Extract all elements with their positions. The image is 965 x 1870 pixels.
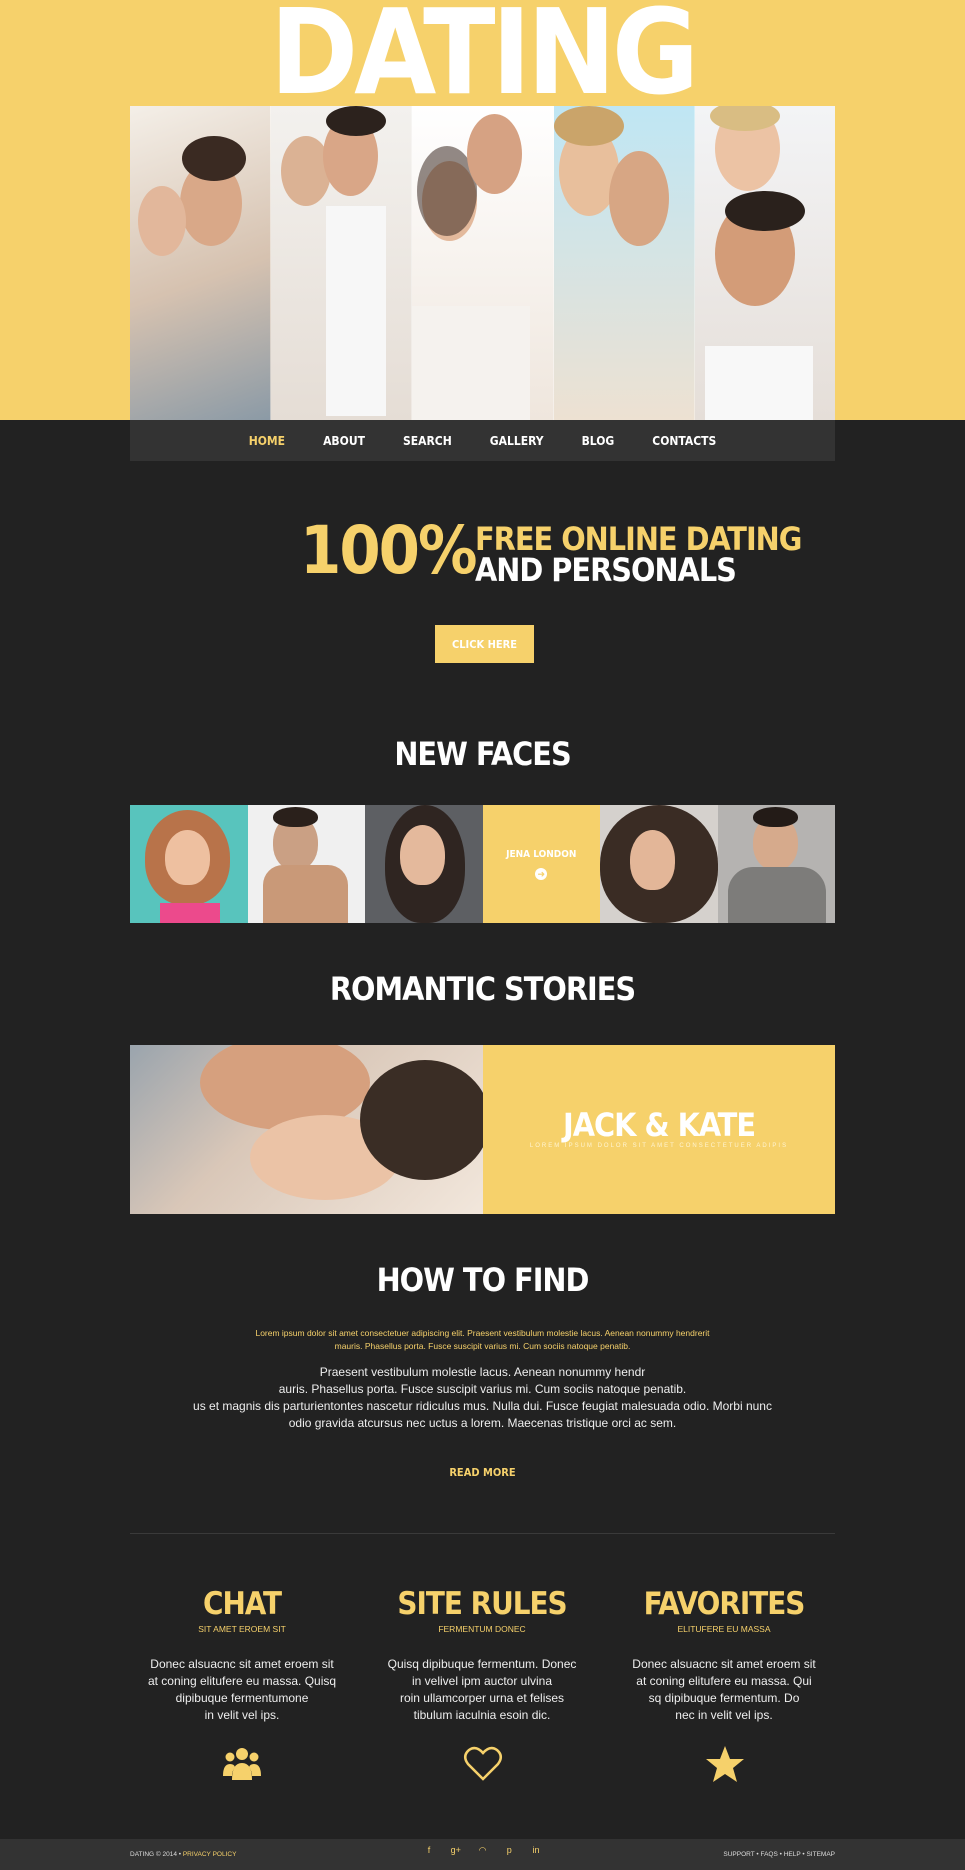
hero-photo-couple-3: [412, 106, 554, 420]
romantic-stories-title: ROMANTIC STORIES: [329, 970, 636, 1008]
new-faces-gallery: JENA LONDON ➜: [130, 805, 835, 923]
section-divider: [130, 1533, 835, 1534]
chat-column: CHAT SIT AMET EROEM SIT Donec alsuacnc s…: [127, 1586, 357, 1724]
nav-blog[interactable]: BLOG: [582, 434, 615, 448]
site-rules-subtitle: FERMENTUM DONEC: [438, 1624, 526, 1634]
story-subtitle: LOREM IPSUM DOLOR SIT AMET CONSECTETUER …: [529, 1143, 789, 1149]
nav-about[interactable]: ABOUT: [323, 434, 365, 448]
hero-photo-couple-5: [694, 106, 836, 420]
face-thumb[interactable]: [365, 805, 483, 923]
favorites-subtitle: ELITUFERE EU MASSA: [677, 1624, 771, 1634]
site-rules-title[interactable]: SITE RULES: [367, 1586, 597, 1622]
how-to-find-lead: Lorem ipsum dolor sit amet consectetuer …: [255, 1328, 710, 1351]
hero-photo-collage: [130, 106, 836, 420]
promo-percent: 100%: [300, 512, 477, 589]
how-to-find-body: Praesent vestibulum molestie lacus. Aene…: [150, 1364, 815, 1432]
read-more-link[interactable]: READ MORE: [0, 1466, 965, 1479]
body-line: Praesent vestibulum molestie lacus. Aene…: [319, 1365, 646, 1379]
favorites-body: Donec alsuacnc sit amet eroem sit at coni…: [632, 1657, 816, 1722]
heart-icon: [464, 1746, 502, 1781]
footer-links[interactable]: SUPPORT • FAQS • HELP • SITEMAP: [0, 1851, 835, 1858]
face-thumb[interactable]: [130, 805, 248, 923]
nav-home[interactable]: HOME: [249, 434, 285, 448]
site-logo[interactable]: DATING: [0, 0, 965, 112]
nav-search[interactable]: SEARCH: [403, 434, 452, 448]
click-here-button[interactable]: CLICK HERE: [435, 625, 534, 663]
chat-title[interactable]: CHAT: [127, 1586, 357, 1622]
face-thumb[interactable]: [247, 805, 365, 923]
hero-photo-couple-2: [271, 106, 413, 420]
arrow-right-icon[interactable]: ➜: [535, 867, 548, 880]
promo-headline-2: AND PERSONALS: [475, 551, 737, 589]
face-thumb[interactable]: [717, 805, 835, 923]
group-icon: [223, 1748, 261, 1780]
site-rules-body: Quisq dipibuque fermentum. Donec in veliv…: [387, 1657, 577, 1722]
site-rules-column: SITE RULES FERMENTUM DONEC Quisq dipibuq…: [367, 1586, 597, 1724]
face-thumb[interactable]: [600, 805, 718, 923]
favorites-title[interactable]: FAVORITES: [609, 1586, 839, 1622]
featured-member-name: JENA LONDON: [506, 848, 577, 860]
featured-member-tile[interactable]: JENA LONDON ➜: [482, 805, 600, 923]
body-line: odio gravida atcursus nec uctus a lorem.…: [288, 1416, 677, 1430]
new-faces-title: NEW FACES: [394, 735, 571, 773]
main-nav: HOME ABOUT SEARCH GALLERY BLOG CONTACTS: [130, 420, 835, 461]
favorites-column: FAVORITES ELITUFERE EU MASSA Donec alsua…: [609, 1586, 839, 1724]
chat-subtitle: SIT AMET EROEM SIT: [198, 1624, 286, 1634]
chat-body: Donec alsuacnc sit amet eroem sit at coni…: [147, 1657, 337, 1722]
hero-photo-couple-4: [553, 106, 695, 420]
star-icon: [706, 1746, 744, 1782]
nav-gallery[interactable]: GALLERY: [490, 434, 544, 448]
hero-photo-couple-1: [130, 106, 272, 420]
story-couple-name[interactable]: JACK & KATE: [483, 1106, 835, 1144]
body-line: us et magnis dis parturientontes nascetu…: [193, 1399, 772, 1413]
body-line: auris. Phasellus porta. Fusce suscipit v…: [278, 1382, 687, 1396]
how-to-find-title: HOW TO FIND: [376, 1261, 590, 1299]
nav-contacts[interactable]: CONTACTS: [652, 434, 716, 448]
story-photo[interactable]: [130, 1045, 483, 1214]
